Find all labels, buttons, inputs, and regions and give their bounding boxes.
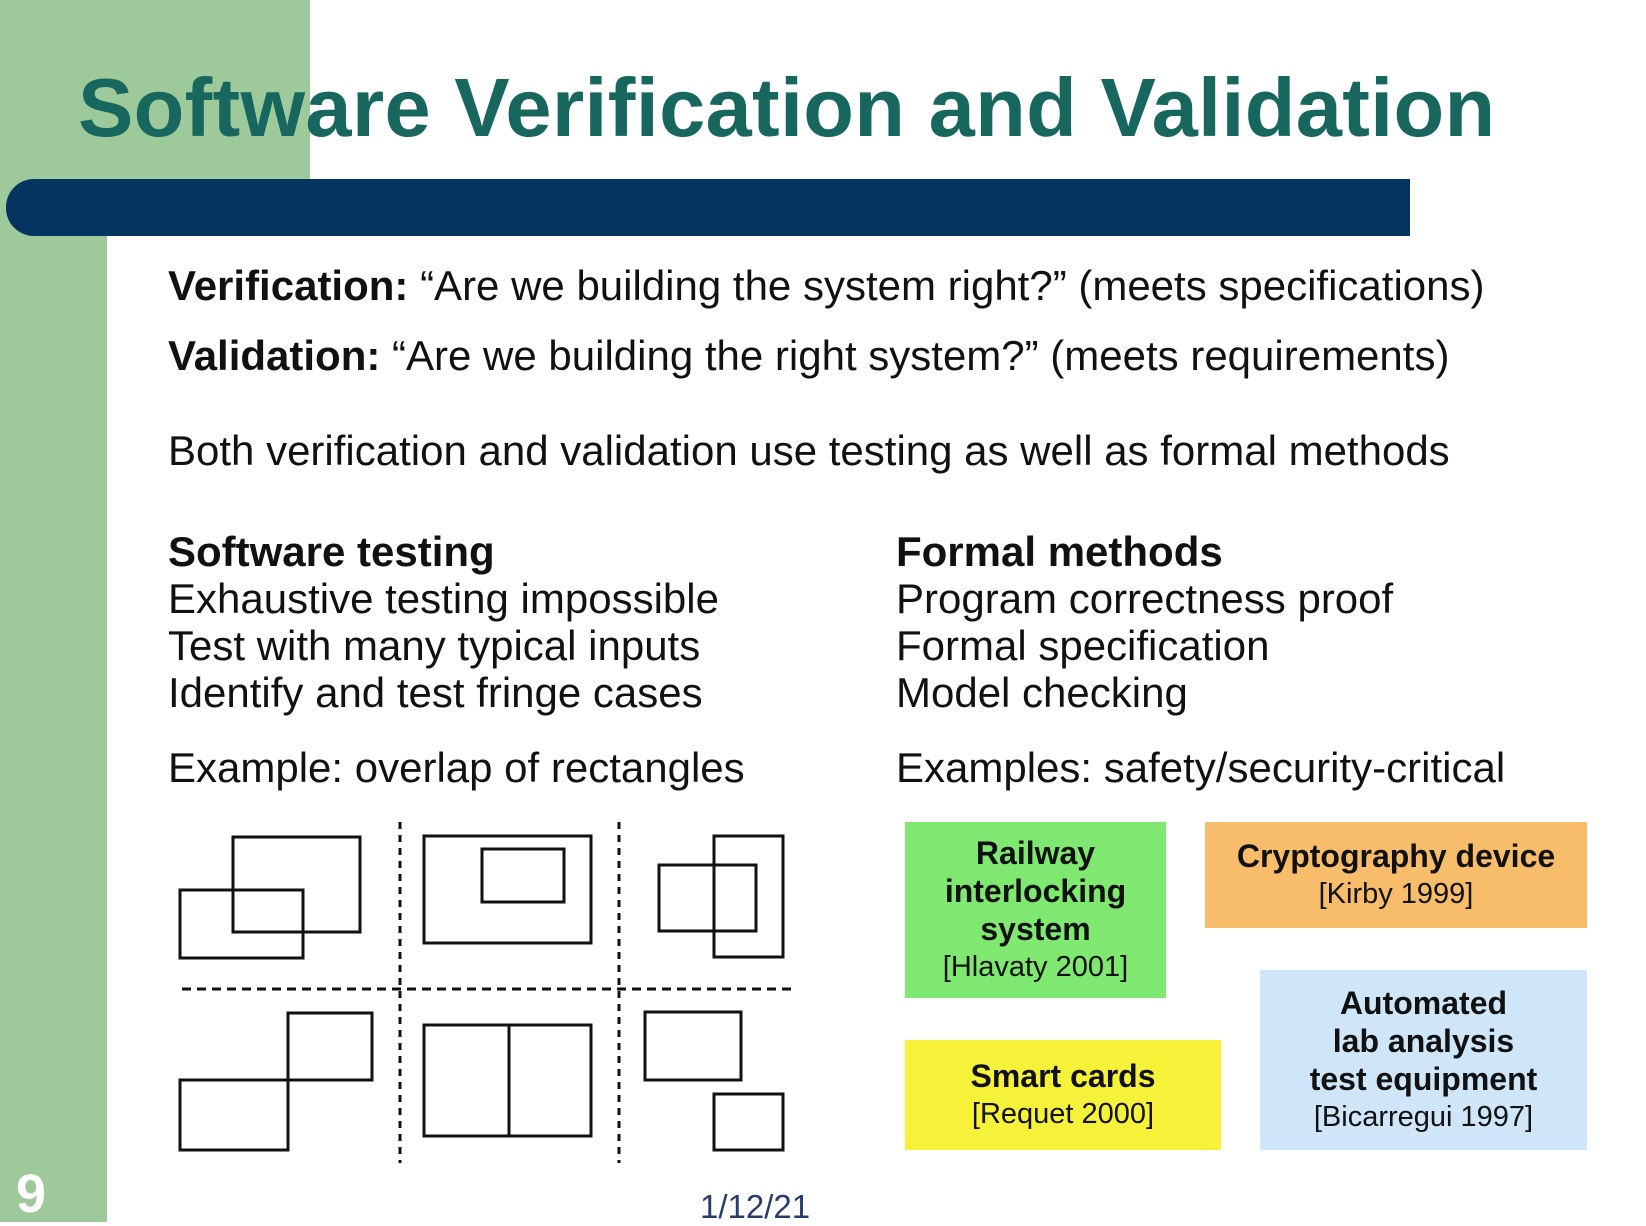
railway-title: system: [980, 911, 1091, 947]
overlap-rect: [712, 834, 785, 959]
smartcards-ref: [Requet 2000]: [971, 1098, 1155, 1130]
smartcards-box: Smart cards [Requet 2000]: [905, 1040, 1221, 1150]
separate-rect: [643, 1010, 743, 1082]
railway-title: interlocking: [944, 873, 1127, 909]
slide-number: 9: [16, 1164, 47, 1224]
lab-title: lab analysis: [1332, 1023, 1515, 1059]
crypto-box: Cryptography device [Kirby 1999]: [1205, 822, 1587, 928]
separate-rect: [712, 1092, 785, 1152]
corner-touch-rect: [178, 1078, 290, 1152]
railway-box: Railway interlocking system [Hlavaty 200…: [905, 822, 1166, 998]
lab-box: Automated lab analysis test equipment [B…: [1260, 970, 1587, 1150]
railway-title: Railway: [975, 835, 1096, 871]
crypto-title: Cryptography device: [1236, 838, 1556, 874]
slide-date: 1/12/21: [700, 1188, 811, 1225]
corner-touch-rect: [286, 1011, 374, 1082]
overlap-rect: [231, 835, 362, 934]
outer-rect: [422, 834, 593, 945]
smartcards-title: Smart cards: [970, 1058, 1156, 1094]
overlap-rect: [657, 863, 758, 933]
railway-ref: [Hlavaty 2001]: [942, 951, 1129, 983]
overlap-rect: [178, 888, 305, 960]
inner-rect: [480, 847, 566, 904]
edge-touch-rect: [422, 1023, 511, 1138]
lab-title: test equipment: [1309, 1061, 1538, 1097]
lab-ref: [Bicarregui 1997]: [1313, 1101, 1534, 1133]
crypto-ref: [Kirby 1999]: [1318, 878, 1474, 910]
edge-touch-rect: [507, 1023, 593, 1138]
lab-title: Automated: [1339, 985, 1508, 1021]
